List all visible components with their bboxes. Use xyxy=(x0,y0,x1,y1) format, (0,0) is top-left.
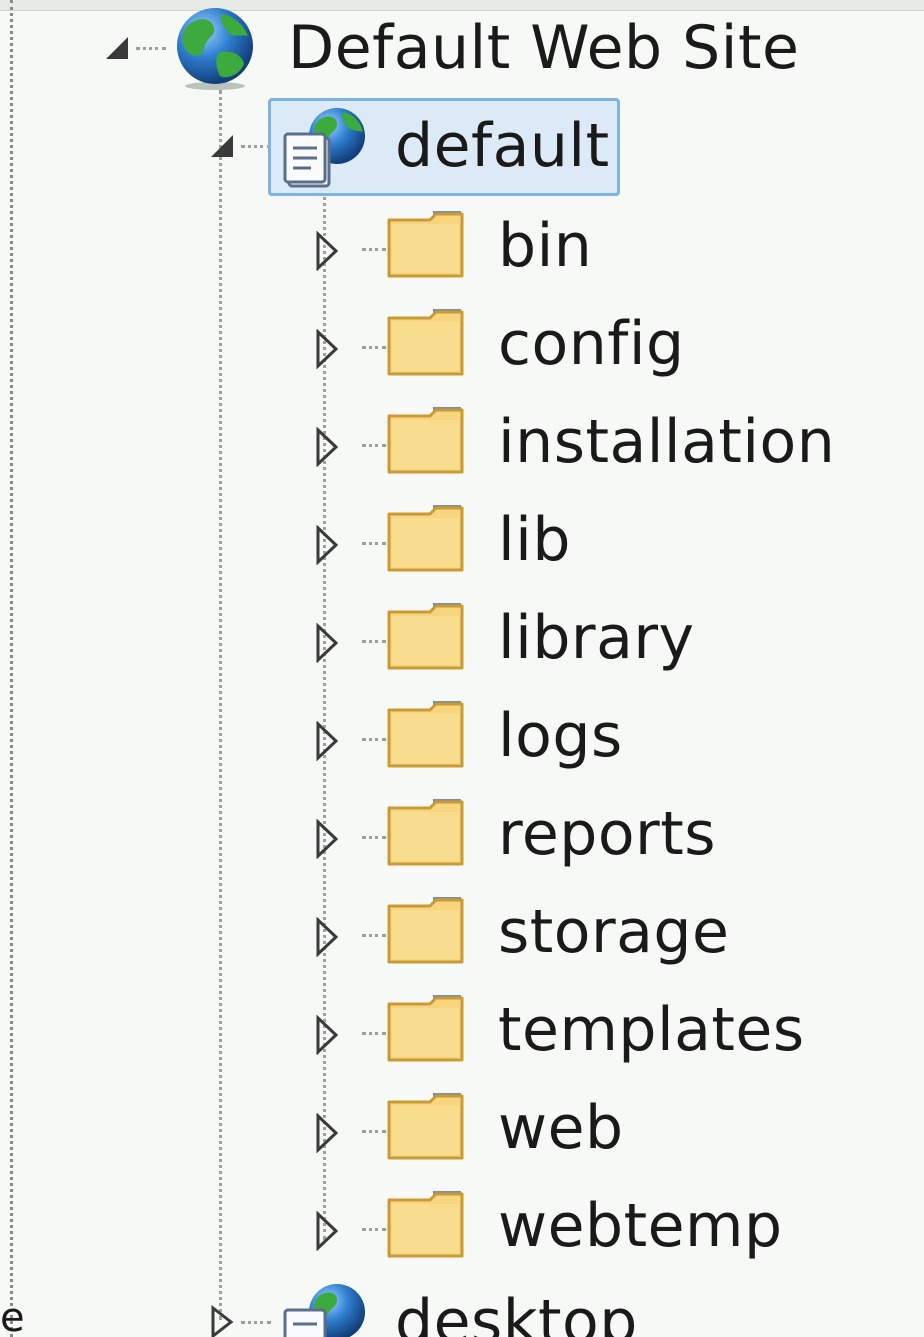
tree-node-label: lib xyxy=(498,505,571,575)
expand-arrow-icon[interactable] xyxy=(310,422,344,472)
collapse-arrow-icon[interactable] xyxy=(100,23,134,73)
tree-node-folder[interactable]: logs xyxy=(310,690,870,786)
folder-icon xyxy=(386,1090,466,1166)
tree-node-folder[interactable]: installation xyxy=(310,396,870,492)
tree-node-desktop-app[interactable]: desktop xyxy=(205,1274,638,1337)
tree-node-label: logs xyxy=(498,701,623,771)
folder-icon xyxy=(386,1188,466,1264)
tree-node-folder[interactable]: library xyxy=(310,592,870,688)
tree-guide-line xyxy=(219,90,222,1320)
tree-node-label: config xyxy=(498,309,685,379)
folder-icon xyxy=(386,404,466,480)
tree-node-label: Default Web Site xyxy=(288,13,800,83)
expand-arrow-icon[interactable] xyxy=(310,520,344,570)
folder-icon xyxy=(386,894,466,970)
expand-arrow-icon[interactable] xyxy=(310,1206,344,1256)
tree-node-label: webtemp xyxy=(498,1191,783,1261)
tree-node-folder[interactable]: web xyxy=(310,1082,870,1178)
tree-node-label: storage xyxy=(498,897,730,967)
tree-node-folder[interactable]: lib xyxy=(310,494,870,590)
panel-left-border xyxy=(10,0,13,1337)
expand-arrow-icon[interactable] xyxy=(310,716,344,766)
tree-node-default-web-site[interactable]: Default Web Site xyxy=(100,0,800,96)
tree-node-label: reports xyxy=(498,799,717,869)
tree-node-label: default xyxy=(395,111,610,181)
expand-arrow-icon[interactable] xyxy=(310,618,344,668)
web-application-icon xyxy=(281,1282,369,1337)
tree-node-label: library xyxy=(498,603,695,673)
tree-node-folder[interactable]: templates xyxy=(310,984,870,1080)
collapse-arrow-icon[interactable] xyxy=(205,121,239,171)
folder-icon xyxy=(386,306,466,382)
tree-node-label: desktop xyxy=(395,1287,638,1337)
tree-node-label: templates xyxy=(498,995,805,1065)
expand-arrow-icon[interactable] xyxy=(310,814,344,864)
clipped-left-text: e xyxy=(0,1295,25,1337)
web-application-icon xyxy=(281,106,369,194)
tree-node-folder[interactable]: reports xyxy=(310,788,870,884)
tree-node-label: web xyxy=(498,1093,624,1163)
globe-icon xyxy=(170,6,260,94)
expand-arrow-icon[interactable] xyxy=(205,1297,239,1337)
tree-node-folder[interactable]: config xyxy=(310,298,870,394)
tree-node-label: installation xyxy=(498,407,836,477)
folder-icon xyxy=(386,992,466,1068)
site-tree: Default Web Site default bin config inst… xyxy=(0,0,924,1337)
expand-arrow-icon[interactable] xyxy=(310,912,344,962)
folder-icon xyxy=(386,208,466,284)
expand-arrow-icon[interactable] xyxy=(310,226,344,276)
tree-node-folder[interactable]: bin xyxy=(310,200,870,296)
expand-arrow-icon[interactable] xyxy=(310,1010,344,1060)
folder-icon xyxy=(386,502,466,578)
folder-icon xyxy=(386,600,466,676)
folder-icon xyxy=(386,796,466,872)
folder-icon xyxy=(386,698,466,774)
tree-node-folder[interactable]: storage xyxy=(310,886,870,982)
tree-node-folder[interactable]: webtemp xyxy=(310,1180,870,1276)
tree-node-default-app[interactable]: default xyxy=(205,98,635,196)
expand-arrow-icon[interactable] xyxy=(310,324,344,374)
tree-node-label: bin xyxy=(498,211,593,281)
expand-arrow-icon[interactable] xyxy=(310,1108,344,1158)
